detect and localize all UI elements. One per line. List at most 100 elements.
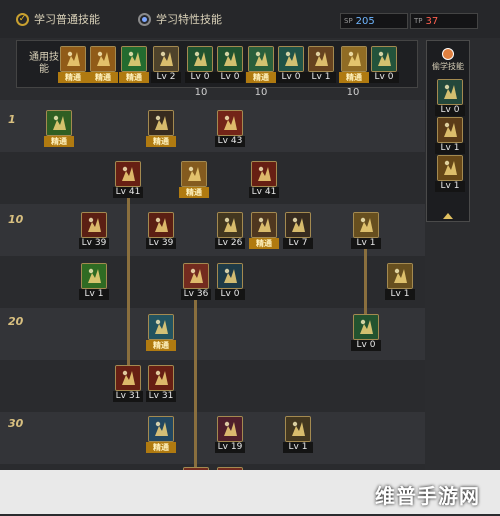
skill-level-label: 精通 [246,72,276,83]
skill-level-label: Lv 39 [79,238,109,249]
tree-skill-slot[interactable]: Lv 31 [113,365,143,403]
tree-connector-line [194,292,197,472]
uppercut-icon [353,212,379,238]
skill-level-label: 精通 [146,340,176,351]
tree-skill-slot[interactable]: Lv 31 [146,365,176,403]
roar-icon [251,161,277,187]
mask-icon [278,46,304,72]
tier-label: 30 [8,417,24,430]
steal-skills-title: 偷学技能 [432,62,464,71]
steal-skill-slot[interactable]: Lv 1 [435,117,465,155]
sp-value: 205 [355,15,375,27]
grapple-icon [251,212,277,238]
skill-level-label: Lv 0 [215,289,245,300]
skill-level-label: Lv 1 [351,238,381,249]
skill-level-label: 精通 [146,442,176,453]
common-skill-slot[interactable]: 精通 [119,46,149,84]
tier-band [0,256,425,308]
scroll-up-arrow-icon[interactable] [443,213,453,219]
fighter-icon [248,46,274,72]
tp-tag: TP [414,17,423,25]
skill-level-label: Lv 31 [146,391,176,402]
common-skill-slot[interactable]: 精通 [88,46,118,84]
tree-skill-slot[interactable]: Lv 41 [249,161,279,199]
champion-icon [341,46,367,72]
tree-skill-slot[interactable]: 精通 [249,212,279,250]
tree-skill-slot[interactable]: Lv 7 [283,212,313,250]
skill-level-label: 精通 [249,238,279,249]
skill-level-label: 精通 [58,72,88,83]
common-skill-slot[interactable]: 精通 [58,46,88,84]
tp-value: 37 [425,15,439,27]
skill-level-label: Lv 0 [369,72,399,83]
common-skill-slot[interactable]: Lv 1 [306,46,336,84]
common-skill-slot[interactable]: Lv 0 [276,46,306,84]
tier-label: 20 [8,315,24,328]
common-caption: 10 [254,87,268,98]
sp-tag: SP [344,17,353,25]
tree-skill-slot[interactable]: Lv 39 [146,212,176,250]
skill-level-label: Lv 2 [151,72,181,83]
skill-level-label: 精通 [119,72,149,83]
skill-level-label: Lv 31 [113,391,143,402]
tree-connector-line [364,241,367,316]
tp-counter: TP 37 [410,13,478,29]
tree-skill-slot[interactable]: Lv 36 [181,263,211,301]
tree-skill-slot[interactable]: Lv 1 [283,416,313,454]
common-skill-slot[interactable]: Lv 0 [215,46,245,84]
crosshair-icon [187,46,213,72]
tier-label: 10 [8,213,24,226]
tree-skill-slot[interactable]: 精通 [44,110,74,148]
steal-skill-slot[interactable]: Lv 1 [435,155,465,193]
tree-skill-slot[interactable]: Lv 19 [215,416,245,454]
shot-icon [387,263,413,289]
tree-skill-slot[interactable]: Lv 1 [351,212,381,250]
sp-counter: SP 205 [340,13,408,29]
common-skill-slot[interactable]: Lv 2 [151,46,181,84]
monk-icon [148,110,174,136]
top-bar: ✓ 学习普通技能 学习特性技能 SP 205 TP 37 [0,0,500,38]
skill-level-label: Lv 1 [306,72,336,83]
tree-skill-slot[interactable]: Lv 26 [215,212,245,250]
skill-tree: 1 10 20 30 [0,100,500,516]
stance-icon [181,161,207,187]
tree-skill-slot[interactable]: Lv 0 [351,314,381,352]
skill-level-label: Lv 1 [283,442,313,453]
common-skill-slot[interactable]: Lv 0 [369,46,399,84]
fist-icon [437,79,463,105]
watermark: 维普手游网 [375,484,480,508]
counter-icon [148,365,174,391]
flame-icon [437,117,463,143]
check-icon: ✓ [16,12,29,26]
leaf-icon [81,263,107,289]
skill-level-label: Lv 0 [435,105,465,116]
tree-skill-slot[interactable]: Lv 39 [79,212,109,250]
tree-skill-slot[interactable]: 精通 [146,416,176,454]
tree-skill-slot[interactable]: Lv 1 [79,263,109,301]
combo-icon [285,212,311,238]
tier-band [0,360,425,412]
tier-band [0,152,425,204]
skill-level-label: Lv 1 [435,143,465,154]
tree-skill-slot[interactable]: Lv 41 [113,161,143,199]
tree-skill-slot[interactable]: Lv 43 [215,110,245,148]
tree-skill-slot[interactable]: Lv 0 [215,263,245,301]
common-skill-slot[interactable]: Lv 0 [185,46,215,84]
common-skill-slot[interactable]: 精通 [339,46,369,84]
skill-level-label: Lv 0 [215,72,245,83]
tree-skill-slot[interactable]: Lv 1 [385,263,415,301]
swirl-icon [115,161,141,187]
tab-special-skills[interactable]: 学习特性技能 [138,10,222,28]
common-skill-slot[interactable]: 精通 [246,46,276,84]
run-icon [60,46,86,72]
grass-icon [46,110,72,136]
skill-level-label: 精通 [44,136,74,147]
skill-level-label: 精通 [146,136,176,147]
common-caption: 10 [346,87,360,98]
steal-skill-slot[interactable]: Lv 0 [435,79,465,117]
tree-skill-slot[interactable]: 精通 [179,161,209,199]
tab-normal-skills[interactable]: ✓ 学习普通技能 [16,10,100,28]
tree-skill-slot[interactable]: 精通 [146,314,176,352]
skill-level-label: Lv 7 [283,238,313,249]
tree-skill-slot[interactable]: 精通 [146,110,176,148]
